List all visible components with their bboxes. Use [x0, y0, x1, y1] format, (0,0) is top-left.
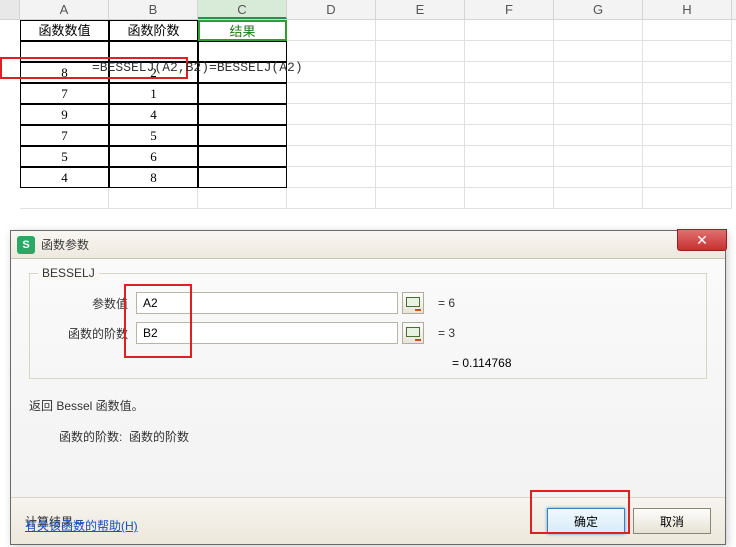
close-icon: ✕ — [696, 232, 708, 248]
cell-c2[interactable] — [198, 41, 287, 62]
spreadsheet-area: A B C D E F G H 函数数值 函数阶数 结果 8 — [0, 0, 736, 230]
param-result-value: = 6 — [438, 296, 455, 310]
select-all-corner[interactable] — [0, 0, 20, 19]
cell-a2[interactable] — [20, 41, 109, 62]
cell-b4[interactable]: 1 — [109, 83, 198, 104]
function-name-label: BESSELJ — [38, 266, 99, 280]
cancel-button[interactable]: 取消 — [633, 508, 711, 534]
function-description: 返回 Bessel 函数值。 — [29, 397, 707, 414]
function-arguments-dialog: S 函数参数 ✕ BESSELJ 参数值 = 6 函数的阶数 = 3 = 0.1… — [10, 230, 726, 545]
cell-d1[interactable] — [287, 20, 376, 41]
cell-a6[interactable]: 7 — [20, 125, 109, 146]
param-result-order: = 3 — [438, 326, 455, 340]
cell-a7[interactable]: 5 — [20, 146, 109, 167]
cell-c8[interactable] — [198, 167, 287, 188]
cell-b2[interactable] — [109, 41, 198, 62]
ok-button[interactable]: 确定 — [547, 508, 625, 534]
cell-h1[interactable] — [643, 20, 732, 41]
cell-b5[interactable]: 4 — [109, 104, 198, 125]
col-head-h[interactable]: H — [643, 0, 732, 19]
col-head-c[interactable]: C — [198, 0, 287, 19]
col-head-g[interactable]: G — [554, 0, 643, 19]
dialog-footer: 计算结果 = 确定 取消 有关该函数的帮助(H) — [11, 497, 725, 544]
param-label-value: 参数值 — [42, 295, 136, 312]
cell-b6[interactable]: 5 — [109, 125, 198, 146]
grid: 函数数值 函数阶数 结果 8 2 7 1 — [0, 20, 736, 209]
cell-a5[interactable]: 9 — [20, 104, 109, 125]
cell-a8[interactable]: 4 — [20, 167, 109, 188]
col-head-b[interactable]: B — [109, 0, 198, 19]
cell-c7[interactable] — [198, 146, 287, 167]
dialog-title: 函数参数 — [41, 236, 89, 253]
col-head-f[interactable]: F — [465, 0, 554, 19]
close-button[interactable]: ✕ — [677, 229, 727, 251]
range-select-button-1[interactable] — [402, 292, 424, 314]
cell-a4[interactable]: 7 — [20, 83, 109, 104]
col-head-a[interactable]: A — [20, 0, 109, 19]
formula-overlay: =BESSELJ(A2,B2)=BESSELJ(A2) — [92, 60, 303, 75]
range-select-button-2[interactable] — [402, 322, 424, 344]
cell-e1[interactable] — [376, 20, 465, 41]
col-head-d[interactable]: D — [287, 0, 376, 19]
cell-a1[interactable]: 函数数值 — [20, 20, 109, 41]
help-link[interactable]: 有关该函数的帮助(H) — [25, 517, 138, 534]
cell-b7[interactable]: 6 — [109, 146, 198, 167]
cell-c4[interactable] — [198, 83, 287, 104]
column-headers-row: A B C D E F G H — [0, 0, 736, 20]
param-label-order: 函数的阶数 — [42, 325, 136, 342]
cell-b8[interactable]: 8 — [109, 167, 198, 188]
param-input-value[interactable] — [136, 292, 398, 314]
param-row-value: 参数值 = 6 — [42, 292, 694, 314]
param-input-order[interactable] — [136, 322, 398, 344]
function-preview-result: = 0.114768 — [42, 356, 694, 370]
cell-b1[interactable]: 函数阶数 — [109, 20, 198, 41]
cell-g1[interactable] — [554, 20, 643, 41]
param-row-order: 函数的阶数 = 3 — [42, 322, 694, 344]
cell-c1[interactable]: 结果 — [198, 20, 287, 41]
cell-c6[interactable] — [198, 125, 287, 146]
argument-description: 函数的阶数: 函数的阶数 — [59, 428, 707, 445]
dialog-titlebar[interactable]: S 函数参数 ✕ — [11, 231, 725, 259]
function-fieldset: BESSELJ 参数值 = 6 函数的阶数 = 3 = 0.114768 — [29, 273, 707, 379]
col-head-e[interactable]: E — [376, 0, 465, 19]
cell-f1[interactable] — [465, 20, 554, 41]
app-icon: S — [17, 236, 35, 254]
cell-c5[interactable] — [198, 104, 287, 125]
